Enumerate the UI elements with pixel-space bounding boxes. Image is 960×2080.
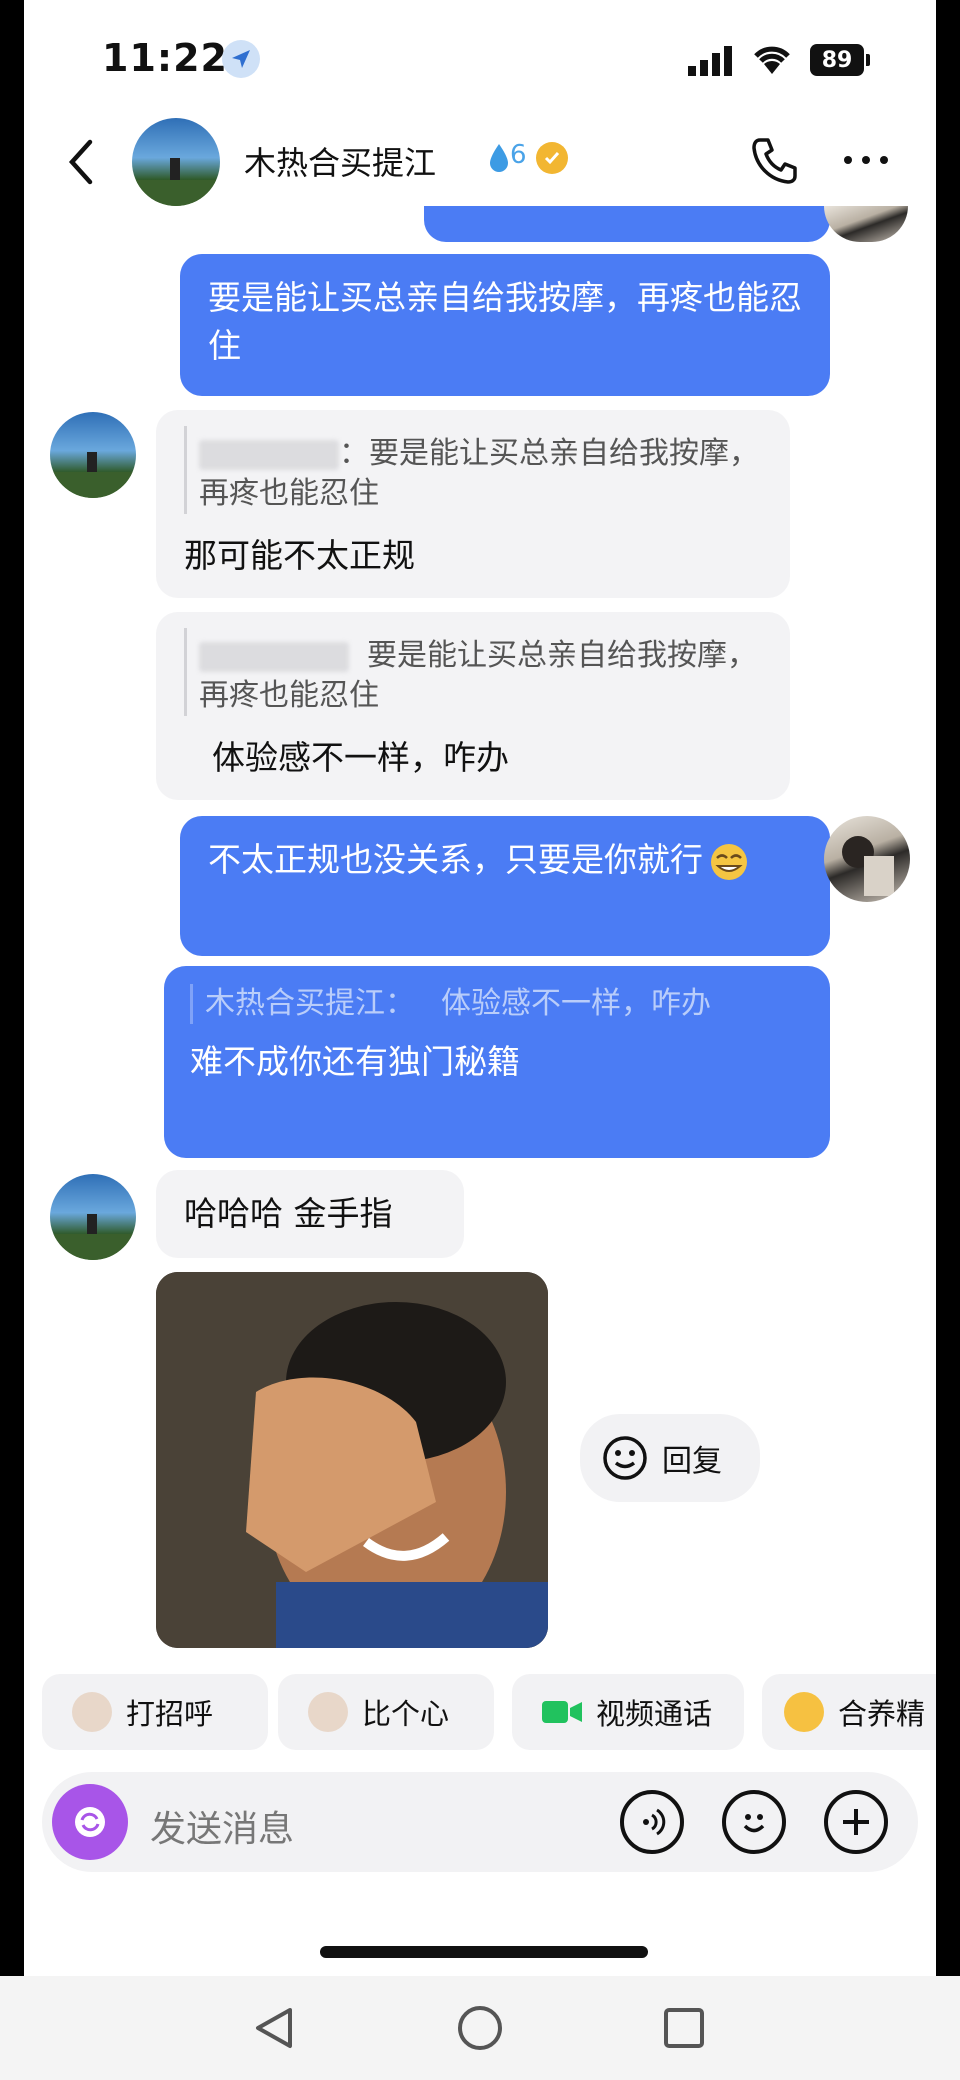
message-bubble-me[interactable]: 要是能让买总亲自给我按摩，再疼也能忍住: [180, 254, 830, 396]
quick-action-greet[interactable]: 打招呼: [42, 1674, 268, 1750]
message-text: 体验感不一样，咋办: [212, 738, 509, 777]
duck-icon: [784, 1692, 824, 1732]
quoted-message: 木热合买提江： 体验感不一样，咋办: [190, 984, 804, 1024]
contact-avatar-small[interactable]: [50, 1174, 136, 1260]
chip-label: 视频通话: [596, 1697, 713, 1731]
quick-action-pet[interactable]: 合养精: [762, 1674, 936, 1750]
reply-button[interactable]: 回复: [580, 1414, 760, 1502]
my-avatar[interactable]: [824, 816, 910, 902]
back-icon[interactable]: [62, 138, 102, 186]
my-avatar-top: [824, 206, 908, 242]
battery-indicator: 89: [810, 44, 870, 76]
location-arrow-icon: [222, 40, 260, 78]
quick-action-heart[interactable]: 比个心: [278, 1674, 494, 1750]
quote-author: 木热合买提江：: [205, 986, 415, 1021]
reply-label: 回复: [662, 1444, 722, 1479]
system-nav-bar: [0, 1976, 960, 2080]
previous-message-bubble: [424, 206, 830, 242]
quoted-message: 要是能让买总亲自给我按摩，再疼也能忍住: [184, 628, 762, 716]
recents-square-icon[interactable]: [660, 2004, 708, 2052]
blurred-name: [199, 641, 349, 672]
message-bubble-them[interactable]: 要是能让买总亲自给我按摩，再疼也能忍住 体验感不一样，咋办: [156, 612, 790, 800]
fan-level: 6: [510, 140, 527, 170]
phone-call-icon[interactable]: [748, 134, 800, 186]
status-time: 11:22: [102, 36, 228, 80]
message-bubble-them[interactable]: ：要是能让买总亲自给我按摩，再疼也能忍住 那可能不太正规: [156, 410, 790, 598]
more-icon[interactable]: [842, 150, 890, 170]
verified-badge-icon: [536, 142, 568, 174]
chip-label: 比个心: [362, 1697, 450, 1731]
grin-emoji-icon: [707, 842, 751, 882]
blurred-name: [199, 439, 339, 470]
cat-sticker-icon: [72, 1692, 112, 1732]
message-text: 那可能不太正规: [184, 536, 415, 575]
chat-screen: 11:22 89 木热合买提江 6 要是能让买总亲自给我按摩，再疼也能忍住 ：要…: [24, 0, 936, 1976]
message-input[interactable]: 发送消息: [150, 1800, 294, 1852]
message-text: 哈哈哈 金手指: [184, 1194, 393, 1233]
drop-icon: [488, 142, 510, 172]
back-triangle-icon[interactable]: [250, 2004, 298, 2052]
plus-icon[interactable]: [824, 1790, 888, 1854]
wifi-icon: [750, 42, 794, 76]
heart-sticker-icon: [308, 1692, 348, 1732]
quote-separator: ：: [339, 436, 369, 471]
chip-label: 合养精: [838, 1697, 926, 1731]
contact-name[interactable]: 木热合买提江: [244, 138, 436, 184]
message-text: 要是能让买总亲自给我按摩，再疼也能忍住: [208, 278, 802, 365]
message-bubble-me[interactable]: 木热合买提江： 体验感不一样，咋办 难不成你还有独门秘籍: [164, 966, 830, 1158]
chip-label: 打招呼: [126, 1697, 214, 1731]
contact-avatar-small[interactable]: [50, 412, 136, 498]
message-bubble-me[interactable]: 不太正规也没关系，只要是你就行: [180, 816, 830, 956]
signal-icon: [688, 46, 736, 76]
home-circle-icon[interactable]: [456, 2004, 504, 2052]
quoted-text: 体验感不一样，咋办: [441, 986, 711, 1021]
message-text: 不太正规也没关系，只要是你就行: [208, 840, 703, 879]
smile-icon: [602, 1435, 648, 1481]
contact-avatar[interactable]: [132, 118, 220, 206]
message-text: 难不成你还有独门秘籍: [190, 1042, 520, 1081]
home-indicator: [320, 1946, 648, 1958]
emoji-icon[interactable]: [722, 1790, 786, 1854]
camera-button[interactable]: [52, 1784, 128, 1860]
voice-icon[interactable]: [620, 1790, 684, 1854]
sticker-image[interactable]: [156, 1272, 548, 1648]
message-bubble-them[interactable]: 哈哈哈 金手指: [156, 1170, 464, 1258]
quick-action-video-call[interactable]: 视频通话: [512, 1674, 744, 1750]
video-camera-icon: [542, 1698, 582, 1726]
quoted-message: ：要是能让买总亲自给我按摩，再疼也能忍住: [184, 426, 762, 514]
